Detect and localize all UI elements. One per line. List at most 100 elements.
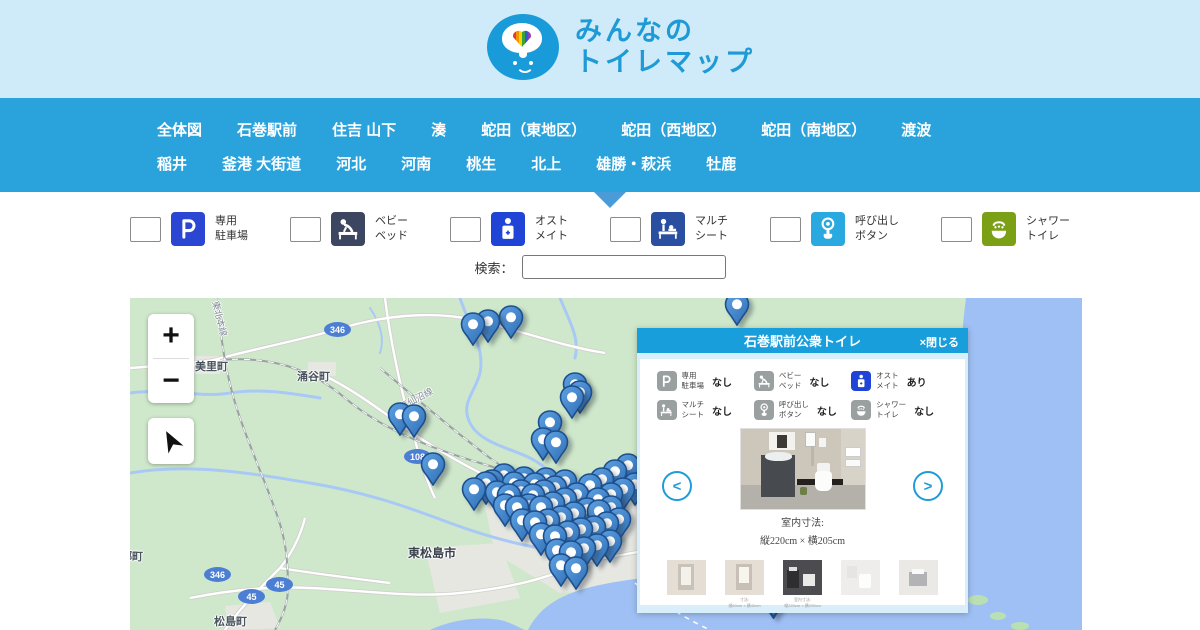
route-shield: 346	[204, 567, 231, 582]
room-dimensions: 室内寸法: 縦220cm × 横205cm	[640, 514, 965, 547]
map-place-label: 美里町	[195, 358, 228, 374]
popup-amenity-value: なし	[817, 403, 837, 418]
popup-close-button[interactable]: ×閉じる	[920, 334, 959, 350]
map-pin[interactable]	[543, 430, 569, 469]
filter-group-shower-toilet: シャワートイレ	[941, 212, 1070, 246]
nav-link-r2-4[interactable]: 桃生	[466, 153, 496, 174]
prev-photo-button[interactable]: <	[662, 471, 692, 501]
photo-thumbnail-5[interactable]	[899, 560, 938, 595]
multi-seat-icon	[651, 212, 685, 246]
nav-link-r2-3[interactable]: 河南	[401, 153, 431, 174]
call-button-icon	[754, 400, 774, 420]
map-zoom-control: + −	[148, 314, 194, 403]
nav-link-r2-2[interactable]: 河北	[336, 153, 366, 174]
zoom-in-button[interactable]: +	[148, 314, 194, 358]
route-shield: 45	[238, 589, 265, 604]
filter-group-ostomate: オストメイト	[450, 212, 568, 246]
nav-link-r1-6[interactable]: 蛇田（南地区）	[761, 119, 866, 140]
popup-amenity-grid: 専用駐車場なしベビーベッドなしオストメイトありマルチシートなし呼び出しボタンなし…	[657, 371, 949, 420]
nav-link-r1-4[interactable]: 蛇田（東地区）	[481, 119, 586, 140]
locate-me-button[interactable]	[148, 418, 194, 464]
map-pin[interactable]	[563, 556, 589, 595]
search-label: 検索：	[474, 258, 513, 277]
map-place-label: 東松島市	[408, 544, 456, 561]
popup-amenity-label: ベビーベッド	[779, 371, 802, 391]
toilet-photo	[741, 429, 865, 509]
filter-label-multi-seat: マルチシート	[695, 214, 728, 244]
multi-seat-icon	[657, 400, 677, 420]
map-place-label: 松島町	[214, 613, 247, 629]
route-shield: 346	[324, 322, 351, 337]
call-button-icon	[811, 212, 845, 246]
nav-link-r2-0[interactable]: 稲井	[157, 153, 187, 174]
ostomate-icon	[491, 212, 525, 246]
next-photo-button[interactable]: >	[913, 471, 943, 501]
popup-amenity-2: オストメイトあり	[851, 371, 948, 391]
nav-active-indicator	[594, 192, 626, 208]
popup-amenity-value: なし	[809, 374, 829, 389]
filter-group-multi-seat: マルチシート	[610, 212, 728, 246]
filter-checkbox-ostomate[interactable]	[450, 217, 481, 242]
shower-toilet-icon	[851, 400, 871, 420]
filter-checkbox-multi-seat[interactable]	[610, 217, 641, 242]
nav-link-r2-7[interactable]: 牡鹿	[706, 153, 736, 174]
nav-link-r1-1[interactable]: 石巻駅前	[237, 119, 297, 140]
nav-link-r1-2[interactable]: 住吉 山下	[332, 119, 396, 140]
filter-label-ostomate: オストメイト	[535, 214, 568, 244]
map-pin[interactable]	[460, 312, 486, 351]
ostomate-icon	[851, 371, 871, 391]
nav-link-r1-3[interactable]: 湊	[431, 119, 446, 140]
baby-bed-icon	[754, 371, 774, 391]
popup-amenity-label: オストメイト	[876, 371, 899, 391]
popup-amenity-3: マルチシートなし	[657, 400, 754, 420]
filter-label-shower-toilet: シャワートイレ	[1026, 214, 1070, 244]
region-nav-row2: 稲井 釜港 大街道 河北 河南 桃生 北上 雄勝・萩浜 牡鹿	[0, 144, 1200, 178]
filter-label-call-button: 呼び出しボタン	[855, 214, 899, 244]
map-place-label: 大郷町	[130, 548, 143, 564]
photo-thumbnail-4[interactable]	[841, 560, 880, 595]
popup-amenity-value: なし	[712, 374, 732, 389]
popup-amenity-label: 専用駐車場	[682, 371, 705, 391]
map-pin[interactable]	[724, 298, 750, 331]
parking-icon	[171, 212, 205, 246]
filter-checkbox-parking[interactable]	[130, 217, 161, 242]
popup-amenity-0: 専用駐車場なし	[657, 371, 754, 391]
popup-body: 専用駐車場なしベビーベッドなしオストメイトありマルチシートなし呼び出しボタンなし…	[640, 359, 965, 605]
popup-amenity-1: ベビーベッドなし	[754, 371, 851, 391]
map-pin[interactable]	[498, 305, 524, 344]
search-input[interactable]	[522, 255, 726, 279]
site-logo: みんなの トイレマップ	[487, 14, 755, 80]
zoom-out-button[interactable]: −	[148, 359, 194, 403]
popup-title: 石巻駅前公衆トイレ	[744, 331, 861, 350]
region-nav: 全体図 石巻駅前 住吉 山下 湊 蛇田（東地区） 蛇田（西地区） 蛇田（南地区） 渡波 稲井 釜…	[0, 98, 1200, 192]
filter-label-baby-bed: ベビーベッド	[375, 214, 408, 244]
shower-toilet-icon	[982, 212, 1016, 246]
popup-header: 石巻駅前公衆トイレ ×閉じる	[637, 328, 968, 353]
region-nav-row1: 全体図 石巻駅前 住吉 山下 湊 蛇田（東地区） 蛇田（西地区） 蛇田（南地区） 渡波	[0, 98, 1200, 144]
nav-link-r1-7[interactable]: 渡波	[901, 119, 931, 140]
filter-group-baby-bed: ベビーベッド	[290, 212, 408, 246]
toilet-detail-popup: 石巻駅前公衆トイレ ×閉じる 専用駐車場なしベビーベッドなしオストメイトありマル…	[637, 328, 968, 613]
photo-thumbnail-3[interactable]: 室内寸法:縦220cm × 横205cm	[783, 560, 822, 595]
filter-checkbox-call-button[interactable]	[770, 217, 801, 242]
site-title: みんなの トイレマップ	[575, 16, 755, 78]
navigation-arrow-icon	[156, 426, 186, 456]
nav-link-r1-5[interactable]: 蛇田（西地区）	[621, 119, 726, 140]
filter-checkbox-baby-bed[interactable]	[290, 217, 321, 242]
route-shield: 45	[266, 577, 293, 592]
baby-bed-icon	[331, 212, 365, 246]
nav-link-r2-5[interactable]: 北上	[531, 153, 561, 174]
photo-thumbnail-1[interactable]	[667, 560, 706, 595]
nav-link-r2-6[interactable]: 雄勝・萩浜	[596, 153, 671, 174]
map-pin[interactable]	[420, 452, 446, 491]
nav-link-r2-1[interactable]: 釜港 大街道	[222, 153, 301, 174]
popup-amenity-label: シャワートイレ	[876, 400, 906, 420]
filter-checkbox-shower-toilet[interactable]	[941, 217, 972, 242]
photo-thumbnail-strip: 寸法:縦60cm × 横40cm 室内寸法:縦220cm × 横205cm	[640, 560, 965, 595]
page-header: みんなの トイレマップ	[0, 0, 1200, 98]
nav-link-r1-0[interactable]: 全体図	[157, 119, 202, 140]
popup-amenity-value: あり	[907, 374, 927, 389]
photo-thumbnail-2[interactable]: 寸法:縦60cm × 横40cm	[725, 560, 764, 595]
logo-mascot-icon	[487, 14, 559, 80]
map-pin[interactable]	[401, 404, 427, 443]
